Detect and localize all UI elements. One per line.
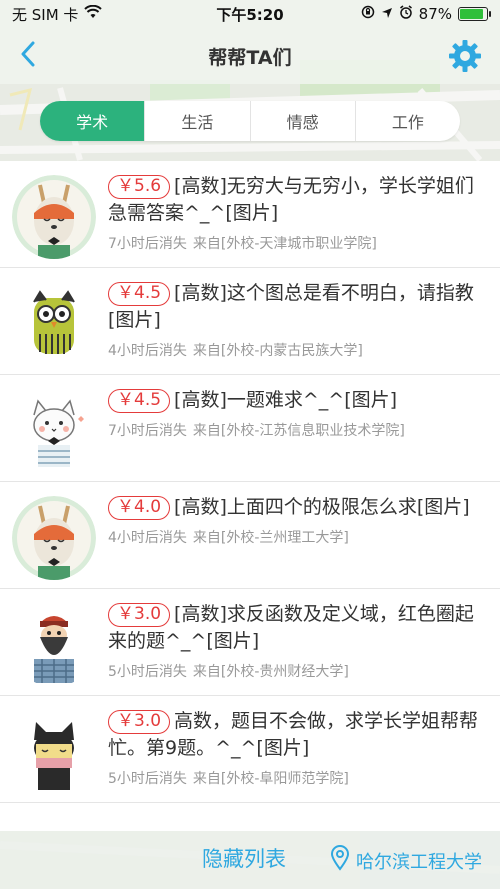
source-school: 来自[外校-江苏信息职业技术学院] <box>192 423 405 439</box>
location-label: 哈尔滨工程大学 <box>356 851 482 873</box>
price-badge: ￥3.0 <box>108 603 171 627</box>
source-school: 来自[外校-贵州财经大学] <box>192 664 349 680</box>
expire-time: 7小时后消失 <box>108 236 187 252</box>
cat-avatar <box>12 389 96 473</box>
list-item[interactable]: ￥5.6 [高数]无穷大与无穷小，学长学姐们 急需答案^_^[图片] 7小时后消失… <box>0 161 500 268</box>
hide-list-button[interactable]: 隐藏列表 <box>202 843 286 873</box>
battery-icon <box>458 7 491 21</box>
status-bar: 无 SIM 卡 下午5:20 87% <box>0 0 500 28</box>
list-item[interactable]: ￥4.5 [高数]这个图总是看不明白，请指教[图片] 4小时后消失 来自[外校-内蒙… <box>0 268 500 375</box>
list-item[interactable]: ￥4.5 [高数]一题难求^_^[图片] 7小时后消失 来自[外校-江苏信息职业技术… <box>0 375 500 482</box>
owl-avatar <box>12 282 96 366</box>
battery-percent: 87% <box>418 5 452 23</box>
source-school: 来自[外校-天津城市职业学院] <box>192 236 377 252</box>
back-button[interactable] <box>10 38 46 74</box>
gear-icon <box>448 40 482 77</box>
source-school: 来自[外校-内蒙古民族大学] <box>192 343 363 359</box>
expire-time: 4小时后消失 <box>108 343 187 359</box>
price-badge: ￥3.0 <box>108 710 171 734</box>
location-button[interactable]: 哈尔滨工程大学 <box>330 845 482 876</box>
wifi-icon <box>84 4 103 23</box>
question-list: ￥5.6 [高数]无穷大与无穷小，学长学姐们 急需答案^_^[图片] 7小时后消失… <box>0 161 500 831</box>
settings-button[interactable] <box>448 39 482 73</box>
tab-emotion[interactable]: 情感 <box>249 101 355 141</box>
tab-academic[interactable]: 学术 <box>40 101 145 141</box>
navigation-bar: 帮帮TA们 <box>0 28 500 84</box>
list-item[interactable]: ￥3.0 [高数]求反函数及定义域，红色圈起来的题^_^[图片] 5小时后消失 来自… <box>0 589 500 696</box>
deer-avatar <box>12 496 96 580</box>
orientation-lock-icon <box>361 5 375 23</box>
carrier-label: 无 SIM 卡 <box>12 5 79 24</box>
list-item[interactable]: ￥3.0 高数，题目不会做，求学长学姐帮帮忙。第9题。^_^[图片] 5小时后消失… <box>0 696 500 803</box>
bearded-man-avatar <box>12 603 96 687</box>
question-title: [高数]一题难求^_^[图片] <box>174 389 398 411</box>
chevron-left-icon <box>20 41 36 71</box>
expire-time: 5小时后消失 <box>108 771 187 787</box>
price-badge: ￥4.0 <box>108 496 171 520</box>
cat-girl-avatar <box>12 710 96 794</box>
expire-time: 5小时后消失 <box>108 664 187 680</box>
question-title: [高数]上面四个的极限怎么求[图片] <box>174 496 470 518</box>
price-badge: ￥5.6 <box>108 175 171 199</box>
tab-work[interactable]: 工作 <box>354 101 460 141</box>
category-tabs: 学术 生活 情感 工作 <box>40 101 460 141</box>
bottom-bar: 隐藏列表 哈尔滨工程大学 <box>0 831 500 889</box>
deer-avatar <box>12 175 96 259</box>
source-school: 来自[外校-阜阳师范学院] <box>192 771 349 787</box>
source-school: 来自[外校-兰州理工大学] <box>192 530 349 546</box>
tab-life[interactable]: 生活 <box>144 101 249 141</box>
expire-time: 7小时后消失 <box>108 423 187 439</box>
page-title: 帮帮TA们 <box>208 46 292 69</box>
expire-time: 4小时后消失 <box>108 530 187 546</box>
location-pin-icon <box>330 845 350 876</box>
location-arrow-icon <box>381 5 393 23</box>
list-item[interactable]: ￥4.0 [高数]上面四个的极限怎么求[图片] 4小时后消失 来自[外校-兰州理工大… <box>0 482 500 589</box>
price-badge: ￥4.5 <box>108 282 171 306</box>
price-badge: ￥4.5 <box>108 389 171 413</box>
alarm-icon <box>399 5 413 23</box>
